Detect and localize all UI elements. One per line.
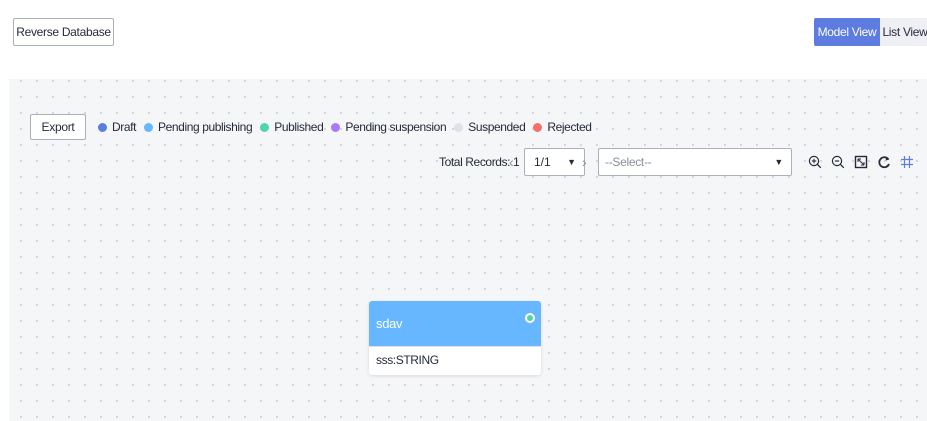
model-view-tab[interactable]: Model View (814, 18, 880, 46)
node-title: sdav (376, 316, 403, 331)
chevron-left-icon[interactable]: ‹ (509, 148, 514, 176)
filter-select[interactable]: --Select-- ▼ (598, 148, 792, 176)
chevron-right-icon[interactable]: › (582, 148, 587, 176)
legend-label: Suspended (468, 120, 526, 134)
legend-item-published: Published (260, 120, 324, 134)
status-dot (454, 122, 464, 132)
page-value: 1/1 (534, 155, 551, 169)
status-legend: Export Draft Pending publishing Publishe… (30, 114, 600, 140)
node-field: sss:STRING (369, 346, 541, 375)
node-header[interactable]: sdav (369, 301, 541, 346)
legend-item-pending-suspension: Pending suspension (331, 120, 447, 134)
view-toggle: Model View List View (814, 18, 927, 46)
reverse-database-button[interactable]: Reverse Database (13, 18, 114, 46)
top-toolbar: Reverse Database Model View List View (0, 0, 927, 60)
zoom-out-icon[interactable] (829, 150, 847, 174)
legend-item-draft: Draft (98, 120, 136, 134)
status-dot (533, 122, 543, 132)
filter-placeholder: --Select-- (605, 155, 652, 169)
caret-down-icon: ▼ (774, 157, 783, 167)
fit-screen-icon[interactable] (852, 150, 870, 174)
legend-item-pending-publishing: Pending publishing (144, 120, 253, 134)
caret-down-icon: ▼ (567, 157, 576, 167)
list-view-tab[interactable]: List View (880, 18, 927, 46)
legend-item-suspended: Suspended (454, 120, 526, 134)
legend-label: Pending publishing (158, 120, 253, 134)
status-dot (260, 122, 270, 132)
export-button[interactable]: Export (30, 114, 86, 140)
refresh-icon[interactable] (875, 150, 893, 174)
total-records: Total Records: 1 (439, 155, 520, 169)
legend-label: Draft (112, 120, 137, 134)
legend-label: Rejected (547, 120, 592, 134)
status-indicator (525, 313, 535, 323)
zoom-in-icon[interactable] (806, 150, 824, 174)
legend-label: Published (274, 120, 324, 134)
status-dot (144, 122, 154, 132)
legend-label: Pending suspension (345, 120, 447, 134)
model-node[interactable]: sdav sss:STRING (369, 301, 541, 375)
status-dot (331, 122, 341, 132)
legend-item-rejected: Rejected (533, 120, 592, 134)
page-select[interactable]: 1/1 ▼ (524, 148, 585, 176)
grid-icon[interactable] (898, 150, 916, 174)
status-dot (98, 122, 107, 132)
